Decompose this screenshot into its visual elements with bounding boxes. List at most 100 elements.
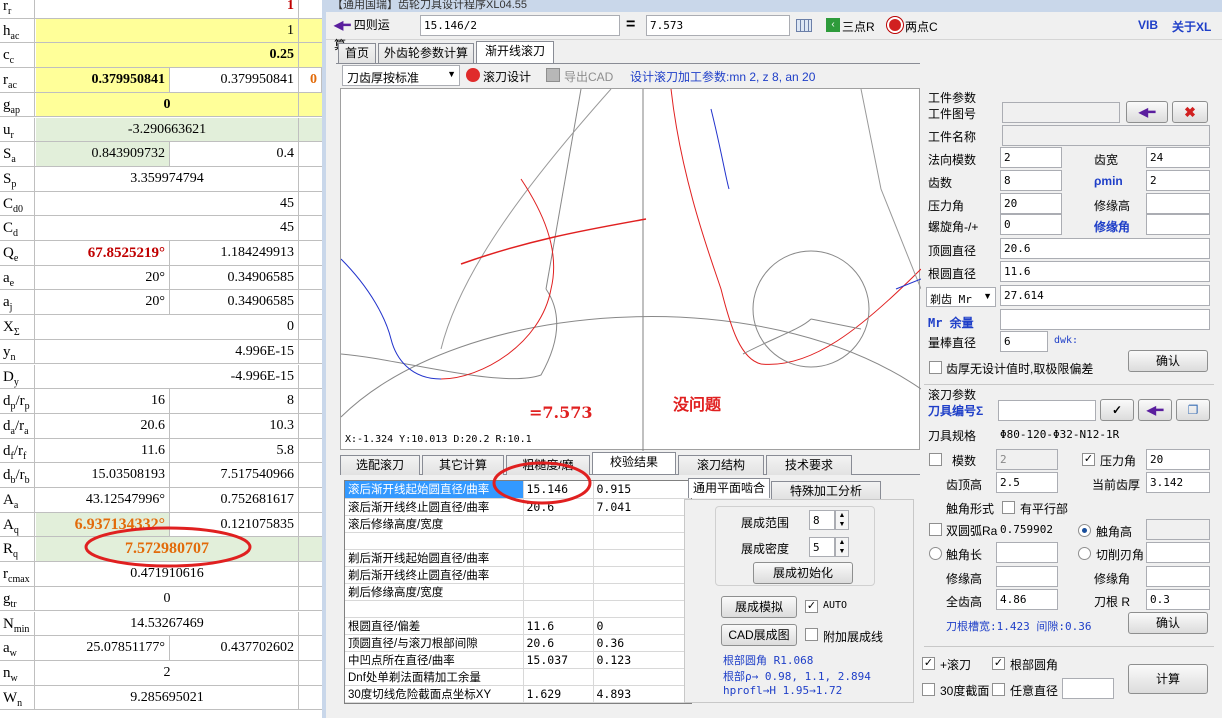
teeth-input[interactable]: 8 [1000, 170, 1062, 191]
check-button[interactable]: ✓ [1100, 399, 1134, 421]
hob-pa-input[interactable]: 20 [1146, 449, 1210, 470]
module-input[interactable]: 2 [1000, 147, 1062, 168]
sheet-cell[interactable]: 0.752681617 [170, 488, 299, 512]
about-link[interactable]: 关于XL [1172, 18, 1211, 35]
results-value[interactable] [523, 566, 594, 584]
results-label[interactable]: 滚后渐开线终止圆直径/曲率 [345, 498, 524, 516]
od-input[interactable]: 20.6 [1000, 238, 1210, 259]
results-value[interactable]: 15.037 [523, 651, 594, 669]
sheet-cell[interactable]: 5.8 [170, 438, 299, 463]
results-row[interactable]: 滚后渐开线终止圆直径/曲率 20.6 7.041 [345, 498, 691, 516]
results-label[interactable]: 剃后渐开线起始圆直径/曲率 [345, 549, 524, 567]
results-value[interactable] [593, 566, 691, 584]
thickness-input[interactable]: 3.142 [1146, 472, 1210, 493]
sheet-cell[interactable]: 20.6 [36, 413, 170, 438]
results-label[interactable]: 根圆直径/偏差 [345, 617, 524, 635]
addline-checkbox[interactable] [805, 628, 818, 641]
sheet-cell[interactable]: 2 [36, 660, 299, 685]
sheet-cell[interactable]: 16 [36, 389, 170, 413]
sec30-checkbox[interactable] [922, 683, 935, 696]
results-label[interactable]: 中凹点所在直径/曲率 [345, 651, 524, 669]
results-label[interactable] [345, 532, 524, 550]
mod-angle-input[interactable] [1146, 566, 1210, 587]
results-value[interactable]: 7.041 [593, 498, 691, 516]
sheet-cell[interactable]: 20° [36, 265, 170, 290]
sheet-cell[interactable]: 0.379950841 [170, 68, 299, 92]
results-row[interactable]: 剃后渐开线终止圆直径/曲率 [345, 566, 691, 584]
results-value[interactable]: 0.36 [593, 634, 691, 652]
results-value[interactable] [593, 600, 691, 618]
root-fillet-checkbox[interactable]: ✓ [992, 657, 1005, 670]
sheet-cell[interactable]: 7.517540966 [170, 463, 299, 487]
sheet-cell[interactable]: 0.121075835 [170, 512, 299, 537]
pressure-angle-checkbox[interactable]: ✓ [1082, 453, 1095, 466]
results-value[interactable] [523, 600, 594, 618]
cut-angle-radio[interactable] [1078, 547, 1091, 560]
results-label[interactable]: 滚后修缘高度/宽度 [345, 515, 524, 533]
tip-mod-input[interactable] [1146, 193, 1210, 214]
tooth-thickness-select[interactable]: 刀齿厚按标准 ▼ [342, 65, 460, 86]
tip-length-radio[interactable] [929, 547, 942, 560]
results-row[interactable] [345, 532, 691, 550]
results-value[interactable]: 11.6 [523, 617, 594, 635]
mr-input[interactable]: 27.614 [1000, 285, 1210, 306]
sheet-cell[interactable]: 0 [299, 68, 322, 92]
results-value[interactable] [593, 515, 691, 533]
results-value[interactable] [523, 668, 594, 686]
tab-involute-hob[interactable]: 渐开线滚刀 [476, 41, 554, 63]
results-label[interactable]: Dnf处单剃法面精加工余量 [345, 668, 524, 686]
results-row[interactable]: 30度切线危险截面点坐标XY 1.629 4.893 [345, 685, 691, 703]
sheet-cell[interactable]: 0 [36, 586, 299, 611]
mod-height-input[interactable] [996, 566, 1058, 587]
sheet-cell[interactable]: 10.3 [170, 413, 299, 438]
sheet-cell[interactable]: 0 [36, 315, 299, 339]
rho-input[interactable]: 2 [1146, 170, 1210, 191]
vib-link[interactable]: VIB [1138, 18, 1158, 32]
density-input[interactable]: 5 [809, 537, 835, 557]
delete-icon[interactable]: ✖ [1172, 101, 1208, 123]
results-row[interactable]: 顶圆直径/与滚刀根部间隙 20.6 0.36 [345, 634, 691, 652]
two-point-icon[interactable] [887, 17, 903, 33]
any-diameter-input[interactable] [1062, 678, 1114, 699]
results-value[interactable]: 0.123 [593, 651, 691, 669]
root-r-input[interactable]: 0.3 [1146, 589, 1210, 610]
results-row[interactable]: 中凹点所在直径/曲率 15.037 0.123 [345, 651, 691, 669]
results-label[interactable]: 30度切线危险截面点坐标XY [345, 685, 524, 703]
results-row[interactable]: 剃后渐开线起始圆直径/曲率 [345, 549, 691, 567]
sheet-cell[interactable]: 15.03508193 [36, 463, 170, 487]
tip-length-input[interactable] [996, 542, 1058, 563]
compute-button[interactable]: 计算 [1128, 664, 1208, 694]
sheet-cell[interactable]: 1 [36, 0, 299, 18]
sheet-cell[interactable]: 0.379950841 [36, 68, 170, 92]
results-row[interactable]: 剃后修缘高度/宽度 [345, 583, 691, 601]
export-cad-button[interactable]: 导出CAD [564, 68, 613, 85]
result-field[interactable]: 7.573 [646, 15, 790, 36]
sheet-cell[interactable]: 0.34906585 [170, 265, 299, 290]
sheet-cell[interactable]: -4.996E-15 [36, 364, 299, 389]
results-label[interactable]: 剃后渐开线终止圆直径/曲率 [345, 566, 524, 584]
helix-input[interactable]: 0 [1000, 214, 1062, 235]
results-row[interactable]: 滚后修缘高度/宽度 [345, 515, 691, 533]
drawing-no-input[interactable] [1002, 102, 1120, 123]
density-spinner[interactable]: ▲ ▼ [835, 537, 849, 557]
sheet-cell[interactable]: 0.843909732 [36, 142, 170, 166]
rd-input[interactable]: 11.6 [1000, 261, 1210, 282]
sheet-cell[interactable]: 0.25 [36, 43, 299, 68]
name-input[interactable] [1002, 125, 1210, 146]
pressure-angle-input[interactable]: 20 [1000, 193, 1062, 214]
sheet-cell[interactable]: 4.996E-15 [36, 339, 299, 364]
plus-hob-checkbox[interactable]: ✓ [922, 657, 935, 670]
width-input[interactable]: 24 [1146, 147, 1210, 168]
sheet-cell[interactable]: 7.572980707 [36, 537, 299, 562]
results-value[interactable]: 0 [593, 617, 691, 635]
results-label[interactable]: 剃后修缘高度/宽度 [345, 583, 524, 601]
two-point-label[interactable]: 两点C [905, 18, 938, 35]
results-value[interactable] [593, 532, 691, 550]
sheet-cell[interactable]: 6.937134332° [36, 512, 170, 537]
sheet-cell[interactable]: 20° [36, 290, 170, 315]
tab-home[interactable]: 首页 [338, 43, 376, 63]
results-value[interactable]: 1.629 [523, 685, 594, 703]
double-arc-checkbox[interactable] [929, 523, 942, 536]
sheet-cell[interactable]: 25.07851177° [36, 636, 170, 660]
workpiece-confirm-button[interactable]: 确认 [1128, 350, 1208, 372]
